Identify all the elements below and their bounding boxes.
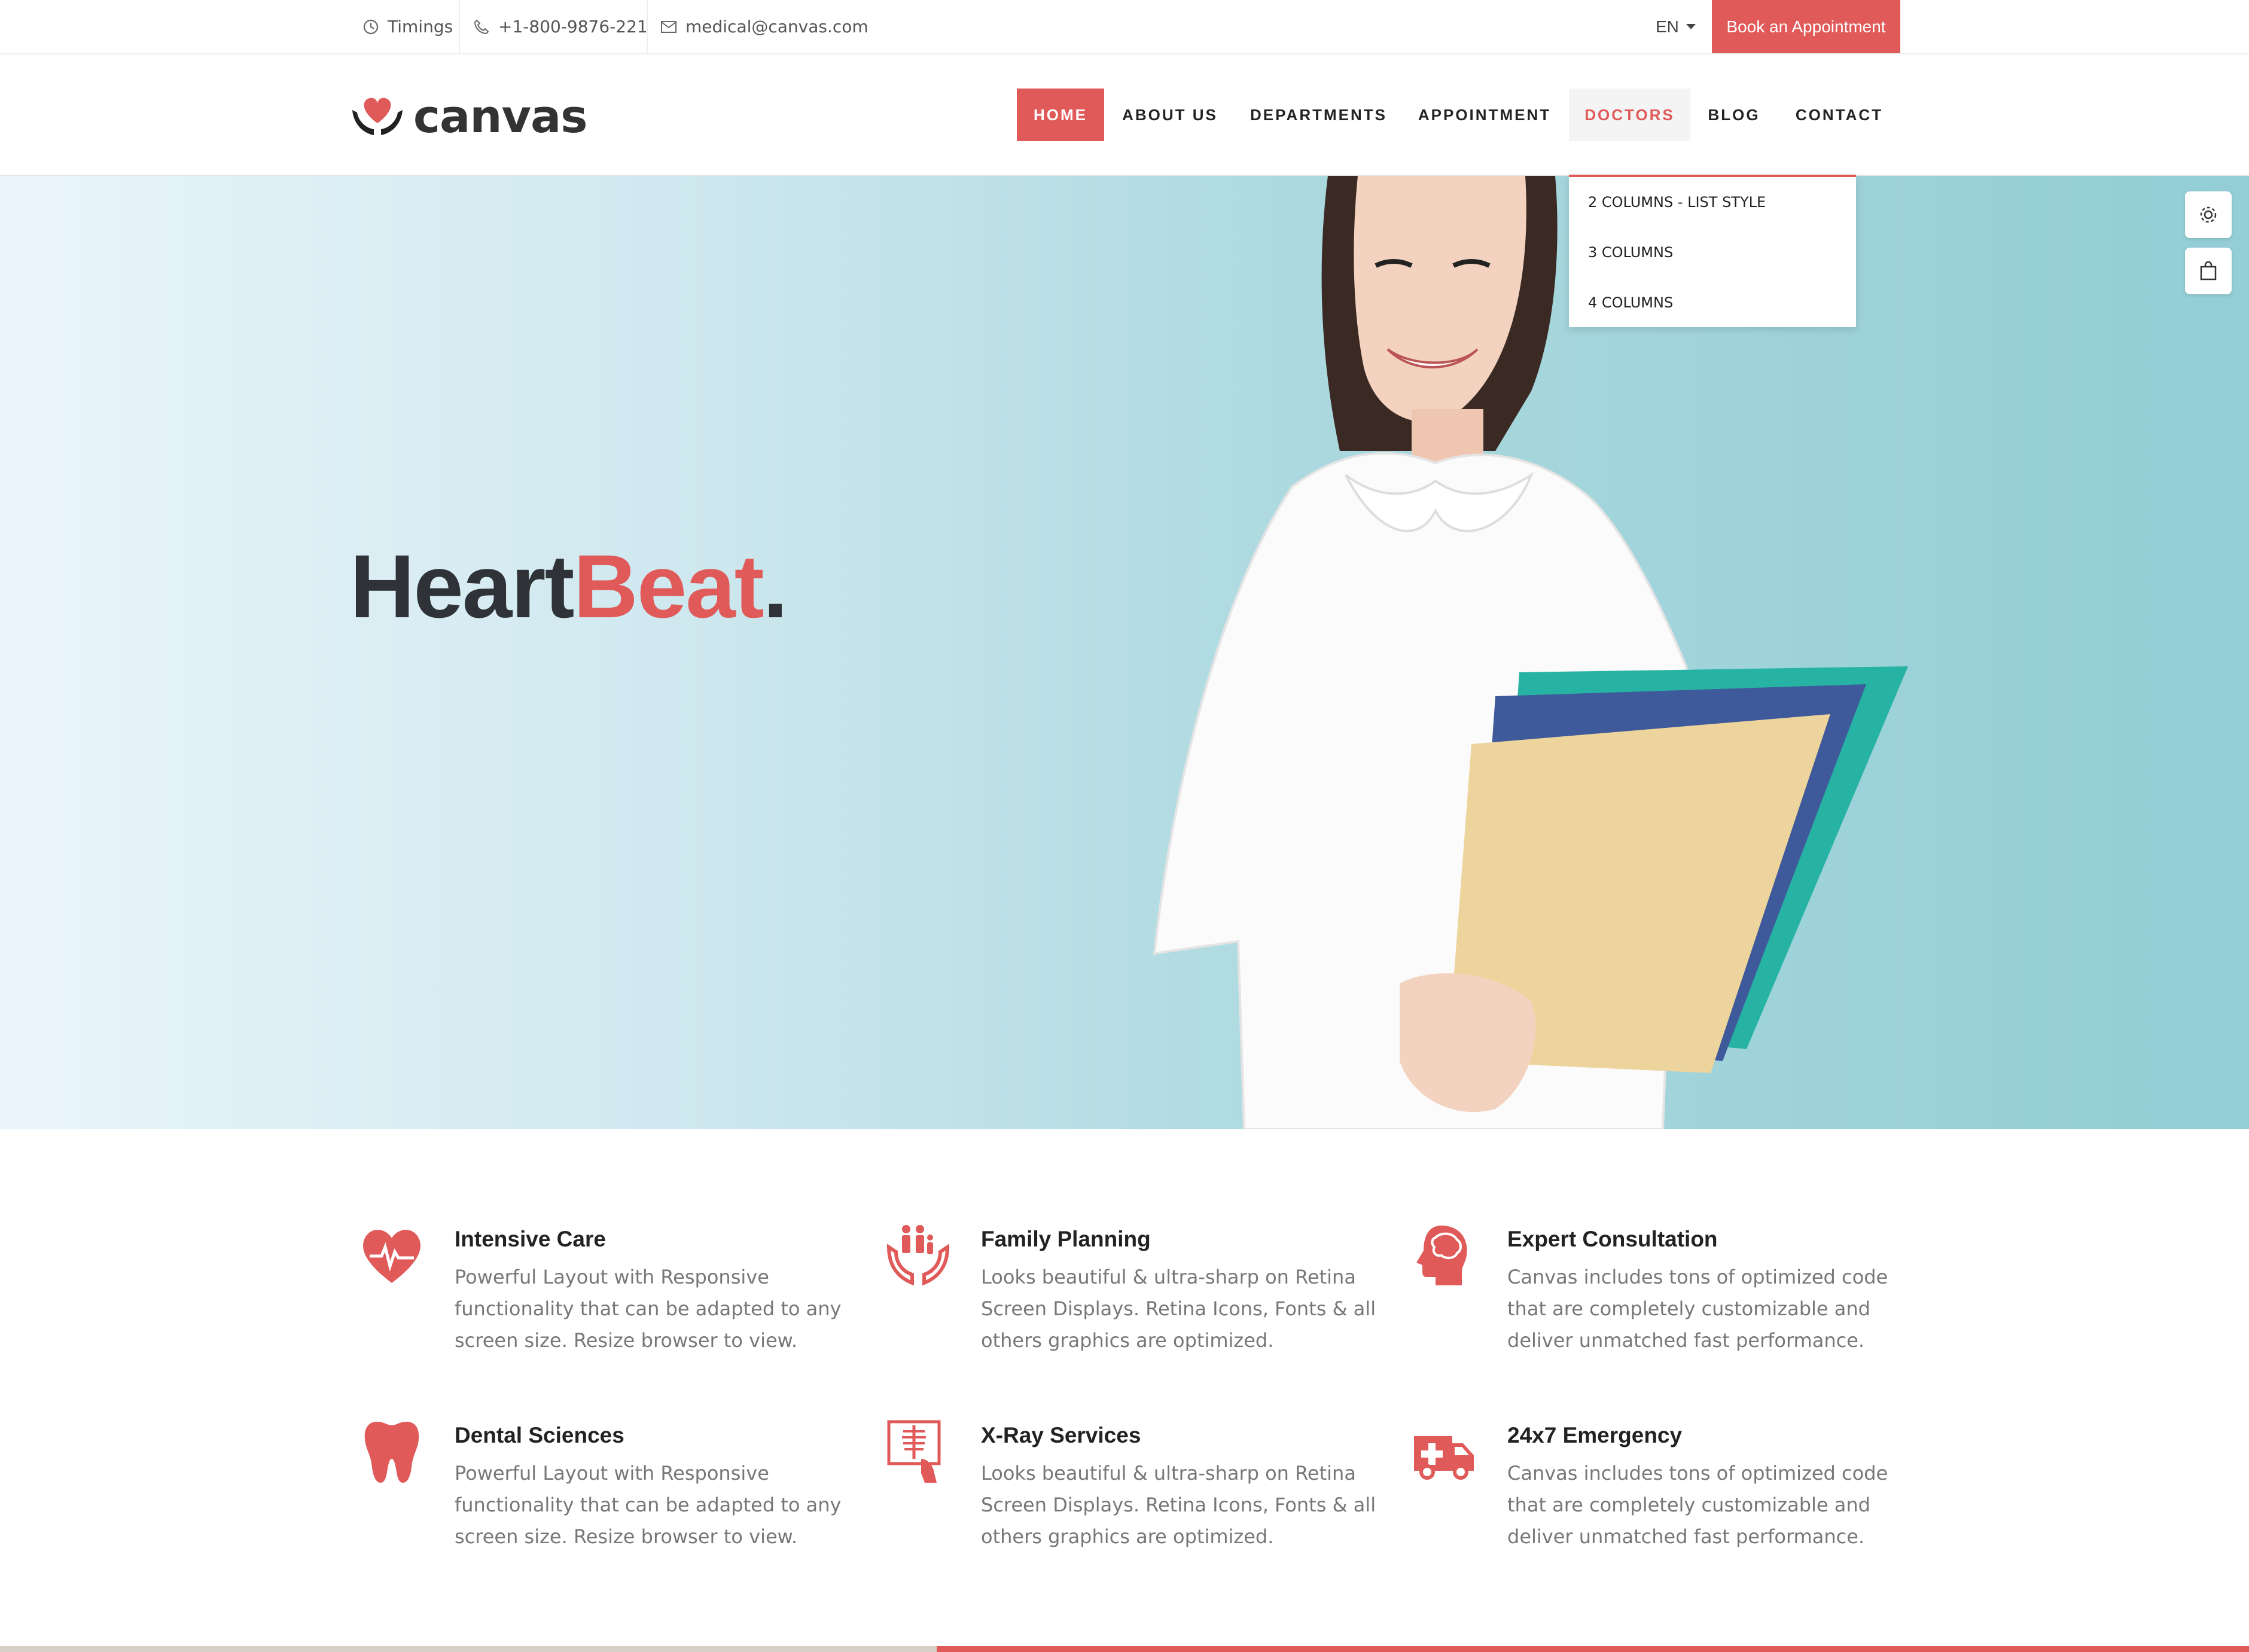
nav-doctors[interactable]: DOCTORS [1569, 89, 1690, 141]
feature-title: Dental Sciences [455, 1423, 624, 1447]
heart-pulse-icon [363, 1230, 420, 1283]
feature-xray-services: X-Ray Services Looks beautiful & ultra-s… [885, 1419, 1400, 1575]
xray-icon [887, 1420, 941, 1483]
hero-title-main: Heart [350, 536, 574, 636]
hero-title: HeartBeat. [350, 535, 788, 638]
divider [647, 0, 648, 53]
doctors-dropdown-menu: 2 COLUMNS - LIST STYLE 3 COLUMNS 4 COLUM… [1569, 175, 1856, 327]
feature-intensive-care: Intensive Care Powerful Layout with Resp… [359, 1223, 873, 1379]
clock-icon [363, 19, 379, 34]
book-appointment-button[interactable]: Book an Appointment [1712, 0, 1900, 53]
phone-icon [474, 19, 489, 34]
feature-text: Looks beautiful & ultra-sharp on Retina … [981, 1462, 1376, 1548]
timings-label: Timings [388, 17, 453, 36]
nav-contact[interactable]: CONTACT [1786, 89, 1893, 141]
divider [459, 0, 460, 53]
language-label: EN [1656, 17, 1679, 36]
hero-title-accent: Beat [573, 536, 764, 636]
next-section-accent-edge [937, 1646, 2249, 1652]
feature-family-planning: Family Planning Looks beautiful & ultra-… [885, 1223, 1400, 1379]
site-header: canvas HOME ABOUT US DEPARTMENTS APPOINT… [0, 54, 2249, 176]
doctors-menu-item[interactable]: 2 COLUMNS - LIST STYLE [1588, 194, 1766, 211]
nav-appointment[interactable]: APPOINTMENT [1408, 89, 1561, 141]
logo[interactable]: canvas [350, 89, 588, 143]
phone-number: +1-800-9876-221 [498, 17, 648, 36]
email-link[interactable]: medical@canvas.com [660, 0, 868, 53]
doctors-menu-item[interactable]: 3 COLUMNS [1588, 244, 1673, 261]
nav-departments[interactable]: DEPARTMENTS [1239, 89, 1398, 141]
heart-hands-logo-icon [352, 97, 403, 135]
next-section-image-edge [0, 1646, 937, 1652]
ambulance-icon [1414, 1436, 1474, 1480]
feature-title: Family Planning [981, 1227, 1151, 1251]
phone-link[interactable]: +1-800-9876-221 [473, 0, 648, 53]
settings-button[interactable] [2185, 191, 2232, 238]
family-hands-icon [886, 1225, 950, 1286]
feature-title: X-Ray Services [981, 1423, 1141, 1447]
tooth-icon [364, 1422, 419, 1483]
language-selector[interactable]: EN [1656, 0, 1696, 53]
email-address: medical@canvas.com [685, 17, 868, 36]
feature-text: Powerful Layout with Responsive function… [455, 1462, 842, 1548]
hero-slider: HeartBeat. [0, 176, 2249, 1129]
gear-icon [2200, 206, 2217, 223]
feature-24x7-emergency: 24x7 Emergency Canvas includes tons of o… [1412, 1419, 1926, 1575]
hero-title-dot: . [763, 536, 788, 636]
nav-about-us[interactable]: ABOUT US [1109, 89, 1231, 141]
feature-text: Canvas includes tons of optimized code t… [1507, 1462, 1888, 1548]
top-bar: Timings +1-800-9876-221 medical@canvas.c… [0, 0, 2249, 54]
feature-title: 24x7 Emergency [1507, 1423, 1683, 1447]
nav-home[interactable]: HOME [1017, 89, 1104, 141]
feature-text: Powerful Layout with Responsive function… [455, 1266, 842, 1352]
feature-title: Intensive Care [455, 1227, 606, 1251]
brain-head-icon [1416, 1226, 1467, 1285]
feature-dental-sciences: Dental Sciences Powerful Layout with Res… [359, 1419, 873, 1575]
feature-text: Canvas includes tons of optimized code t… [1507, 1266, 1888, 1352]
doctors-menu-item[interactable]: 4 COLUMNS [1588, 294, 1673, 311]
envelope-icon [661, 20, 676, 33]
timings-link[interactable]: Timings [362, 0, 453, 53]
nav-blog[interactable]: BLOG [1699, 89, 1769, 141]
feature-expert-consultation: Expert Consultation Canvas includes tons… [1412, 1223, 1926, 1379]
feature-title: Expert Consultation [1507, 1227, 1718, 1251]
logo-text: canvas [413, 89, 588, 143]
feature-text: Looks beautiful & ultra-sharp on Retina … [981, 1266, 1376, 1352]
caret-down-icon [1686, 24, 1696, 29]
shopping-bag-icon [2200, 261, 2217, 281]
shop-button[interactable] [2185, 248, 2232, 294]
